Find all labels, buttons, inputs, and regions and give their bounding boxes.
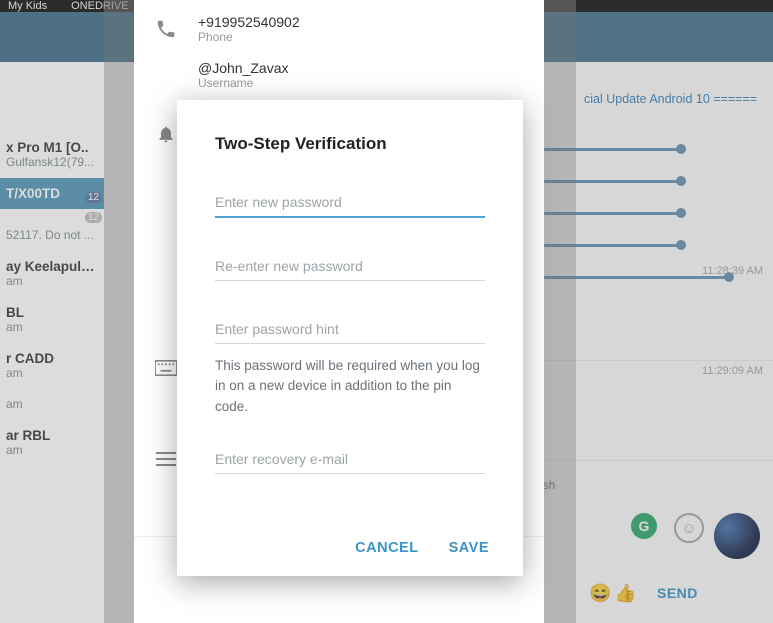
settings-phone-value: +919952540902 (198, 14, 300, 30)
password-hint-input[interactable] (215, 315, 485, 344)
field-new-password (215, 188, 485, 218)
chat-title: r CADD (6, 351, 98, 366)
cancel-button[interactable]: CANCEL (355, 540, 418, 556)
chat-title: ay Keelapuliyur (6, 259, 98, 274)
chat-list-sidebar: x Pro M1 [O.. Gulfansk12(79... T/X00TD 1… (0, 62, 104, 623)
chat-preview: am (6, 320, 98, 334)
hamburger-icon (152, 448, 180, 466)
modal-helper-text: This password will be required when you … (215, 356, 485, 417)
emoji-picker-button[interactable]: ☺ (674, 513, 704, 543)
chat-list-item[interactable]: ar RBL am (0, 420, 104, 466)
chat-list-item[interactable]: 12 52117. Do not ... (0, 210, 104, 251)
field-password-hint (215, 315, 485, 344)
settings-username-label: Username (198, 76, 288, 90)
chat-list-item[interactable]: T/X00TD 12 (0, 178, 104, 210)
chat-banner-link[interactable]: cial Update Android 10 ====== (584, 92, 757, 106)
chat-title: x Pro M1 [O.. (6, 140, 98, 155)
chat-preview: Gulfansk12(79... (6, 155, 98, 169)
grammarly-icon[interactable]: G (631, 513, 657, 539)
reenter-password-input[interactable] (215, 252, 485, 281)
chat-list-item[interactable]: r CADD am (0, 343, 104, 389)
two-step-verification-modal: Two-Step Verification This password will… (177, 100, 523, 576)
field-reenter-password (215, 252, 485, 281)
chat-preview: am (6, 443, 98, 457)
message-timestamp: 11:29:09 AM (702, 365, 763, 377)
tab-label: My Kids (8, 0, 47, 12)
chat-title: ar RBL (6, 428, 98, 443)
settings-username-value: @John_Zavax (198, 60, 288, 76)
chat-preview: am (6, 366, 98, 380)
avatar[interactable] (714, 513, 760, 559)
chat-title: BL (6, 305, 98, 320)
send-button[interactable]: SEND (657, 585, 698, 601)
save-button[interactable]: SAVE (449, 540, 489, 556)
modal-title: Two-Step Verification (215, 134, 485, 154)
chat-list-item[interactable]: am (0, 389, 104, 420)
recovery-email-input[interactable] (215, 445, 485, 474)
chat-preview: am (6, 397, 98, 411)
chat-preview: am (6, 274, 98, 288)
settings-phone-label: Phone (198, 30, 300, 44)
message-timestamp: 11:28:39 AM (702, 265, 763, 277)
new-password-input[interactable] (215, 188, 485, 218)
unread-badge: 12 (85, 212, 102, 223)
chat-list-item[interactable]: ay Keelapuliyur am (0, 251, 104, 297)
field-recovery-email (215, 445, 485, 474)
unread-badge: 12 (85, 192, 102, 203)
bell-icon (152, 120, 180, 144)
chat-list-item[interactable]: BL am (0, 297, 104, 343)
emoji-smile-icon[interactable]: 😄 (589, 583, 611, 604)
modal-actions: CANCEL SAVE (355, 540, 489, 556)
chat-preview: 52117. Do not ... (6, 228, 98, 242)
phone-icon (152, 14, 180, 40)
chat-list-item[interactable]: x Pro M1 [O.. Gulfansk12(79... (0, 132, 104, 178)
browser-tab[interactable]: My Kids (8, 0, 47, 12)
keyboard-icon (152, 356, 180, 376)
emoji-thumbsup-icon[interactable]: 👍 (614, 583, 636, 604)
